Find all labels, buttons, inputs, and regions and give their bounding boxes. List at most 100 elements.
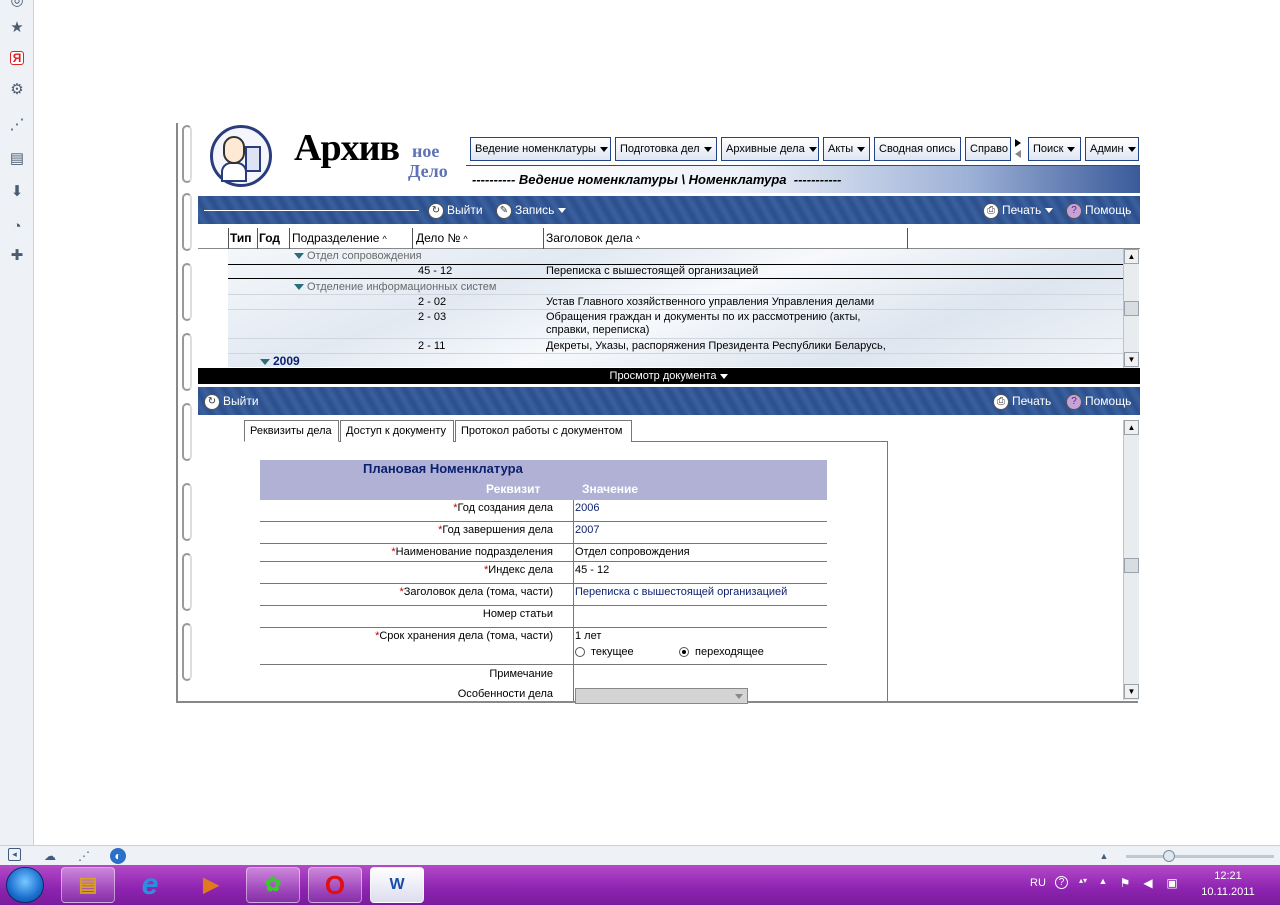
binder-ring — [182, 403, 192, 461]
menu-label: Акты — [828, 143, 854, 155]
menu-archive-cases[interactable]: Архивные дела — [721, 137, 819, 161]
group-label-text: Отдел сопровождения — [307, 250, 422, 262]
menu-summary-inventory[interactable]: Сводная опись — [874, 137, 961, 161]
zoom-slider[interactable] — [1126, 855, 1274, 858]
clock-icon[interactable]: ◔ — [8, 218, 26, 236]
chevron-down-icon — [703, 146, 712, 152]
scroll-thumb[interactable] — [1124, 558, 1139, 573]
share-icon[interactable]: ⋰ — [8, 116, 26, 134]
col-case-number[interactable]: Дело № ^ — [416, 231, 468, 245]
explorer-icon[interactable]: ▤ — [61, 867, 115, 903]
prop-value[interactable]: 2006 — [575, 502, 599, 514]
tab-document-log[interactable]: Протокол работы с документом — [455, 420, 632, 442]
zoom-slider-knob[interactable] — [1163, 850, 1175, 862]
menu-search[interactable]: Поиск — [1028, 137, 1081, 161]
notes-icon[interactable]: ▤ — [8, 150, 26, 168]
col-case-title[interactable]: Заголовок дела ^ — [546, 231, 640, 245]
table-row[interactable]: 2 - 02 Устав Главного хозяйственного упр… — [228, 295, 1124, 310]
preview-document-bar[interactable]: Просмотр документа — [198, 368, 1140, 384]
clock-date[interactable]: 10.11.2011 — [1193, 886, 1263, 898]
start-button[interactable] — [6, 867, 44, 903]
properties-header: Плановая Номенклатура Реквизит Значение — [260, 460, 827, 500]
action-center-flag-icon[interactable]: ⚑ — [1118, 876, 1132, 890]
scroll-down-icon[interactable]: ▼ — [1124, 684, 1139, 699]
col-department[interactable]: Подразделение ^ — [292, 231, 387, 245]
prop-value[interactable]: Переписка с вышестоящей организацией — [575, 586, 787, 598]
help-tray-icon[interactable]: ? — [1055, 876, 1068, 889]
print-button[interactable]: ⎙ Печать — [983, 201, 1054, 219]
turbo-icon[interactable]: ◐ — [110, 848, 126, 864]
scroll-thumb[interactable] — [1124, 301, 1139, 316]
unite-icon[interactable]: ⋰ — [76, 848, 92, 864]
record-button[interactable]: ✎ Запись — [496, 201, 567, 219]
prop-value[interactable]: 2007 — [575, 524, 599, 536]
group-row[interactable]: Отделение информационных систем — [228, 280, 1124, 295]
collapse-triangle-icon[interactable] — [294, 284, 304, 291]
volume-icon[interactable]: ◀ — [1141, 876, 1155, 890]
icq-icon[interactable]: ✿ — [246, 867, 300, 903]
features-select[interactable] — [575, 688, 748, 704]
collapse-triangle-icon[interactable] — [260, 358, 270, 365]
table-row[interactable]: 2 - 03 Обращения граждан и документы по … — [228, 310, 1124, 339]
tray-arrows-icon[interactable]: ▴▾ — [1076, 876, 1090, 885]
collapse-triangle-icon[interactable] — [294, 253, 304, 260]
help-icon: ? — [1066, 202, 1082, 219]
clock-time[interactable]: 12:21 — [1198, 870, 1258, 882]
plus-icon[interactable]: ✚ — [8, 247, 26, 265]
year-group-row[interactable]: 2009 — [260, 354, 300, 368]
sort-asc-icon: ^ — [463, 234, 468, 244]
prop-row-year-completed: *Год завершения дела 2007 — [260, 522, 827, 544]
ie-icon[interactable]: e — [123, 867, 177, 903]
lower-help-button[interactable]: ? Помощь — [1066, 392, 1131, 410]
case-title: Устав Главного хозяйственного управления… — [546, 296, 875, 308]
scroll-up-icon[interactable]: ▲ — [1124, 420, 1139, 435]
table-row[interactable]: 45 - 12 Переписка с вышестоящей организа… — [228, 264, 1124, 279]
prop-value[interactable]: 45 - 12 — [575, 564, 609, 576]
opera-icon[interactable]: ◎ — [8, 0, 26, 10]
radio-circle-icon[interactable] — [575, 647, 585, 658]
scroll-up-icon[interactable]: ▲ — [1124, 249, 1139, 264]
lower-exit-button[interactable]: ↻ Выйти — [204, 392, 259, 410]
menu-case-prep[interactable]: Подготовка дел — [615, 137, 717, 161]
word-icon[interactable]: W — [370, 867, 424, 903]
menu-nomenclature[interactable]: Ведение номенклатуры — [470, 137, 611, 161]
language-indicator[interactable]: RU — [1030, 877, 1046, 889]
prop-label: *Год завершения дела — [438, 524, 553, 536]
gear-icon[interactable]: ⚙ — [8, 81, 26, 99]
col-year[interactable]: Год — [259, 231, 280, 245]
media-player-icon[interactable]: ▶ — [184, 867, 238, 903]
prop-value[interactable]: Отдел сопровождения — [575, 546, 690, 558]
exit-button[interactable]: ↻ Выйти — [428, 201, 483, 219]
menu-acts[interactable]: Акты — [823, 137, 870, 161]
yandex-icon[interactable]: Я — [10, 51, 24, 65]
menu-admin[interactable]: Админ — [1085, 137, 1139, 161]
prop-label: *Индекс дела — [484, 564, 553, 576]
scroll-down-icon[interactable]: ▼ — [1124, 352, 1139, 367]
menu-scroll-arrows-icon[interactable] — [1014, 139, 1024, 159]
radio-current[interactable]: текущее — [575, 646, 634, 658]
chevron-down-icon — [599, 146, 608, 152]
tab-document-access[interactable]: Доступ к документу — [340, 420, 454, 442]
menu-reference[interactable]: Справо — [965, 137, 1011, 161]
prop-value[interactable]: 1 лет — [575, 630, 601, 642]
group-row[interactable]: Отдел сопровождения — [228, 249, 1124, 264]
table-row[interactable]: 2 - 11 Декреты, Указы, распоряжения През… — [228, 339, 1124, 354]
network-icon[interactable]: ▣ — [1165, 876, 1179, 890]
radio-checked-icon[interactable] — [679, 647, 689, 658]
radio-transitional[interactable]: переходящее — [679, 646, 764, 658]
panel-toggle-icon[interactable]: ◂ — [8, 848, 21, 861]
view-options-icon[interactable]: ▲ — [1096, 848, 1112, 864]
grid-scrollbar[interactable]: ▲ ▼ — [1123, 249, 1139, 368]
sort-asc-icon: ^ — [635, 234, 640, 244]
star-icon[interactable]: ★ — [8, 19, 26, 37]
tab-case-details[interactable]: Реквизиты дела — [244, 420, 339, 442]
download-icon[interactable]: ⬇ — [8, 183, 26, 201]
show-hidden-icons-icon[interactable]: ▲ — [1096, 876, 1110, 886]
chevron-down-icon — [720, 373, 729, 379]
details-scrollbar[interactable]: ▲ ▼ — [1123, 420, 1139, 700]
help-button[interactable]: ? Помощь — [1066, 201, 1131, 219]
opera-taskbar-icon[interactable]: O — [308, 867, 362, 903]
lower-print-button[interactable]: ⎙ Печать — [993, 392, 1051, 410]
cloud-icon[interactable]: ☁ — [42, 848, 58, 864]
col-type[interactable]: Тип — [230, 231, 252, 245]
